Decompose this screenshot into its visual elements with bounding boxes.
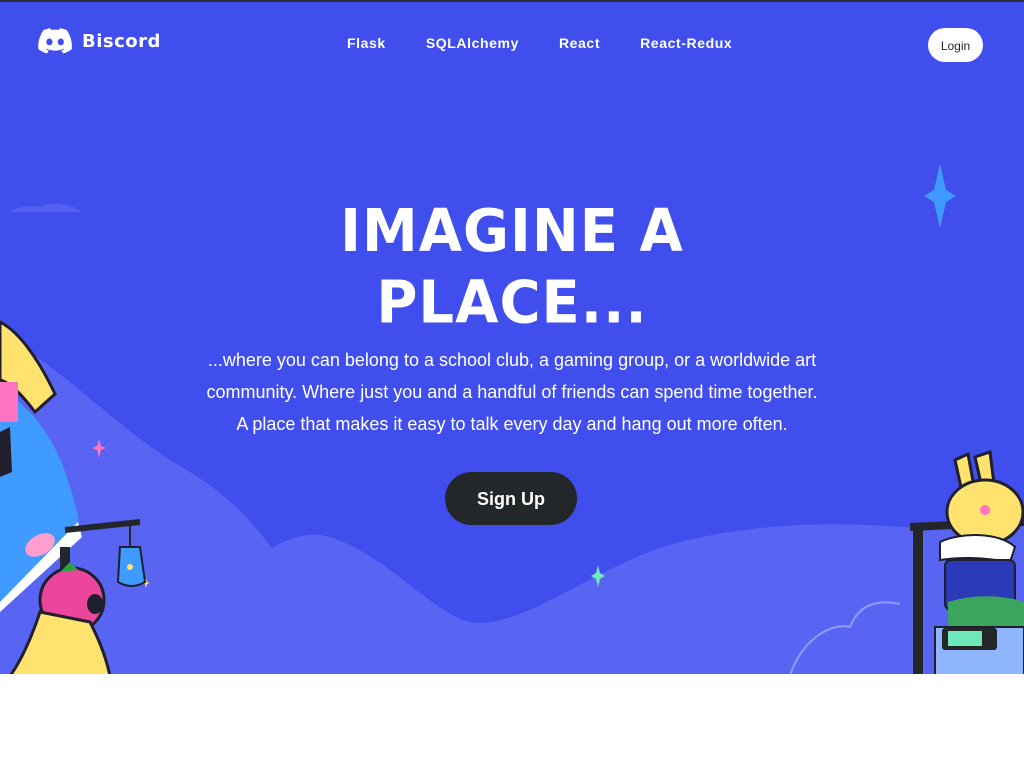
center-hill: [151, 517, 1024, 674]
hero-section: Biscord Flask SQLAlchemy React React-Red…: [0, 0, 1024, 674]
brand-home-link[interactable]: Biscord: [38, 28, 161, 54]
discord-logo-icon: [38, 28, 72, 54]
nav-link-sqlalchemy[interactable]: SQLAlchemy: [426, 35, 519, 51]
login-button[interactable]: Login: [928, 28, 983, 62]
nav-links: Flask SQLAlchemy React React-Redux: [347, 35, 772, 51]
brand-name: Biscord: [82, 30, 161, 52]
nav-link-flask[interactable]: Flask: [347, 35, 386, 51]
hero-headline: IMAGINE A PLACE...: [0, 197, 1024, 340]
signup-button[interactable]: Sign Up: [445, 472, 577, 525]
hero-tagline: ...where you can belong to a school club…: [206, 350, 818, 434]
content-area: [0, 674, 1024, 768]
top-navbar: Biscord Flask SQLAlchemy React React-Red…: [0, 2, 1024, 86]
hero-headline-line-2: PLACE...: [376, 269, 648, 338]
hero-headline-line-1: IMAGINE A: [340, 197, 684, 266]
nav-link-react[interactable]: React: [559, 35, 600, 51]
nav-link-react-redux[interactable]: React-Redux: [640, 35, 732, 51]
